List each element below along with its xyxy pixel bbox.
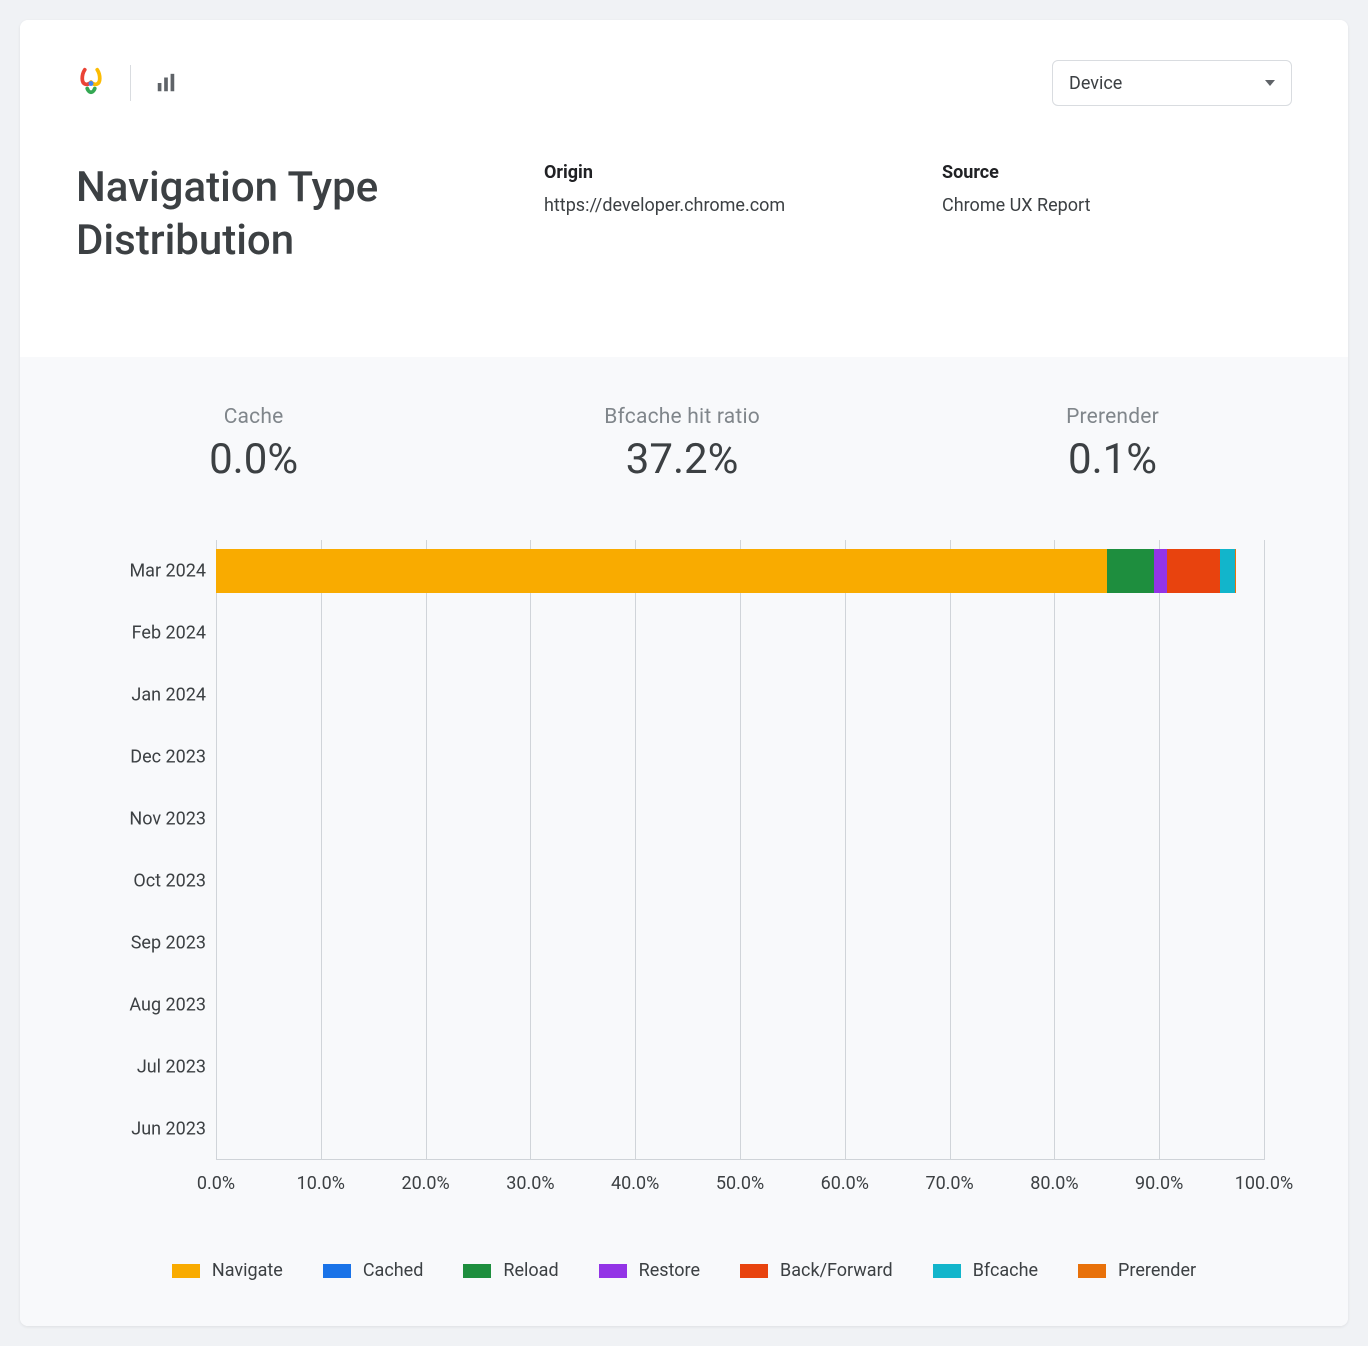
bar-row	[216, 735, 1264, 779]
y-tick-label: Jul 2023	[137, 1057, 206, 1078]
x-tick-label: 20.0%	[401, 1173, 449, 1194]
legend-item-bfcache[interactable]: Bfcache	[933, 1260, 1038, 1281]
legend-item-back-forward[interactable]: Back/Forward	[740, 1260, 893, 1281]
y-tick-label: Mar 2024	[129, 561, 206, 582]
x-tick-label: 60.0%	[821, 1173, 869, 1194]
bar-row	[216, 1107, 1264, 1151]
legend-label: Prerender	[1118, 1260, 1196, 1281]
device-select-label: Device	[1069, 73, 1122, 94]
page-title: Navigation Type Distribution	[76, 162, 496, 267]
legend-swatch	[740, 1264, 768, 1278]
stat-bfcache-value: 37.2%	[604, 435, 760, 484]
stat-bfcache: Bfcache hit ratio 37.2%	[604, 405, 760, 484]
x-tick-label: 10.0%	[297, 1173, 345, 1194]
stat-prerender-value: 0.1%	[1066, 435, 1159, 484]
x-tick-label: 30.0%	[506, 1173, 554, 1194]
bar-row	[216, 983, 1264, 1027]
bar-row	[216, 921, 1264, 965]
x-tick-label: 80.0%	[1030, 1173, 1078, 1194]
source-value: Chrome UX Report	[942, 195, 1292, 216]
origin-value: https://developer.chrome.com	[544, 195, 894, 216]
logo-group	[76, 65, 177, 101]
x-tick-label: 50.0%	[716, 1173, 764, 1194]
bar-segment-prerender	[1235, 549, 1236, 593]
x-tick-label: 70.0%	[925, 1173, 973, 1194]
bar-row	[216, 611, 1264, 655]
y-tick-label: Oct 2023	[133, 871, 206, 892]
stat-cache: Cache 0.0%	[209, 405, 298, 484]
legend-label: Navigate	[212, 1260, 283, 1281]
distribution-chart: 0.0% 10.0% 20.0% 30.0% 40.0% 50.0% 60.0% 70.0% 8…	[56, 540, 1312, 1248]
legend-swatch	[323, 1264, 351, 1278]
legend-swatch	[1078, 1264, 1106, 1278]
source-block: Source Chrome UX Report	[942, 162, 1292, 216]
bar-row	[216, 859, 1264, 903]
y-tick-label: Feb 2024	[132, 623, 206, 644]
legend-item-prerender[interactable]: Prerender	[1078, 1260, 1196, 1281]
y-tick-label: Aug 2023	[129, 995, 206, 1016]
legend-item-restore[interactable]: Restore	[599, 1260, 700, 1281]
bar-segment-navigate	[216, 549, 1107, 593]
report-header: Device Navigation Type Distribution Orig…	[20, 20, 1348, 357]
legend-label: Back/Forward	[780, 1260, 893, 1281]
bar-row	[216, 673, 1264, 717]
y-tick-label: Dec 2023	[130, 747, 206, 768]
legend-swatch	[933, 1264, 961, 1278]
y-tick-label: Jun 2023	[131, 1119, 206, 1140]
y-tick-label: Sep 2023	[131, 933, 206, 954]
legend-label: Cached	[363, 1260, 424, 1281]
vertical-divider	[130, 65, 131, 101]
bar-segment-reload	[1107, 549, 1154, 593]
legend-swatch	[172, 1264, 200, 1278]
bar-row	[216, 797, 1264, 841]
legend-label: Bfcache	[973, 1260, 1038, 1281]
legend-label: Reload	[503, 1260, 558, 1281]
info-row: Navigation Type Distribution Origin http…	[76, 162, 1292, 267]
bar-row	[216, 549, 1264, 593]
bar-row	[216, 1045, 1264, 1089]
x-tick-label: 90.0%	[1135, 1173, 1183, 1194]
chevron-down-icon	[1265, 80, 1275, 86]
chart-legend: Navigate Cached Reload Restore Back/Forward B…	[56, 1248, 1312, 1301]
stat-prerender: Prerender 0.1%	[1066, 405, 1159, 484]
legend-swatch	[599, 1264, 627, 1278]
legend-item-navigate[interactable]: Navigate	[172, 1260, 283, 1281]
x-tick-label: 0.0%	[197, 1173, 235, 1194]
device-select[interactable]: Device	[1052, 60, 1292, 106]
gridline	[1264, 540, 1265, 1160]
y-tick-label: Nov 2023	[129, 809, 206, 830]
bar-chart-icon	[155, 72, 177, 94]
origin-label: Origin	[544, 162, 894, 183]
stat-cache-label: Cache	[209, 405, 298, 429]
crux-logo-icon	[76, 66, 106, 100]
report-body: Cache 0.0% Bfcache hit ratio 37.2% Prere…	[20, 357, 1348, 1326]
legend-item-reload[interactable]: Reload	[463, 1260, 558, 1281]
stat-cache-value: 0.0%	[209, 435, 298, 484]
stat-prerender-label: Prerender	[1066, 405, 1159, 429]
legend-swatch	[463, 1264, 491, 1278]
report-panel: Device Navigation Type Distribution Orig…	[20, 20, 1348, 1326]
stats-row: Cache 0.0% Bfcache hit ratio 37.2% Prere…	[56, 405, 1312, 484]
source-label: Source	[942, 162, 1292, 183]
legend-label: Restore	[639, 1260, 700, 1281]
x-tick-label: 40.0%	[611, 1173, 659, 1194]
legend-item-cached[interactable]: Cached	[323, 1260, 424, 1281]
bar-segment-restore	[1154, 549, 1167, 593]
x-tick-label: 100.0%	[1235, 1173, 1293, 1194]
stat-bfcache-label: Bfcache hit ratio	[604, 405, 760, 429]
origin-block: Origin https://developer.chrome.com	[544, 162, 894, 216]
y-tick-label: Jan 2024	[131, 685, 206, 706]
bar-segment-bfcache	[1220, 549, 1235, 593]
bar-segment-back-forward	[1167, 549, 1220, 593]
topbar: Device	[76, 60, 1292, 106]
